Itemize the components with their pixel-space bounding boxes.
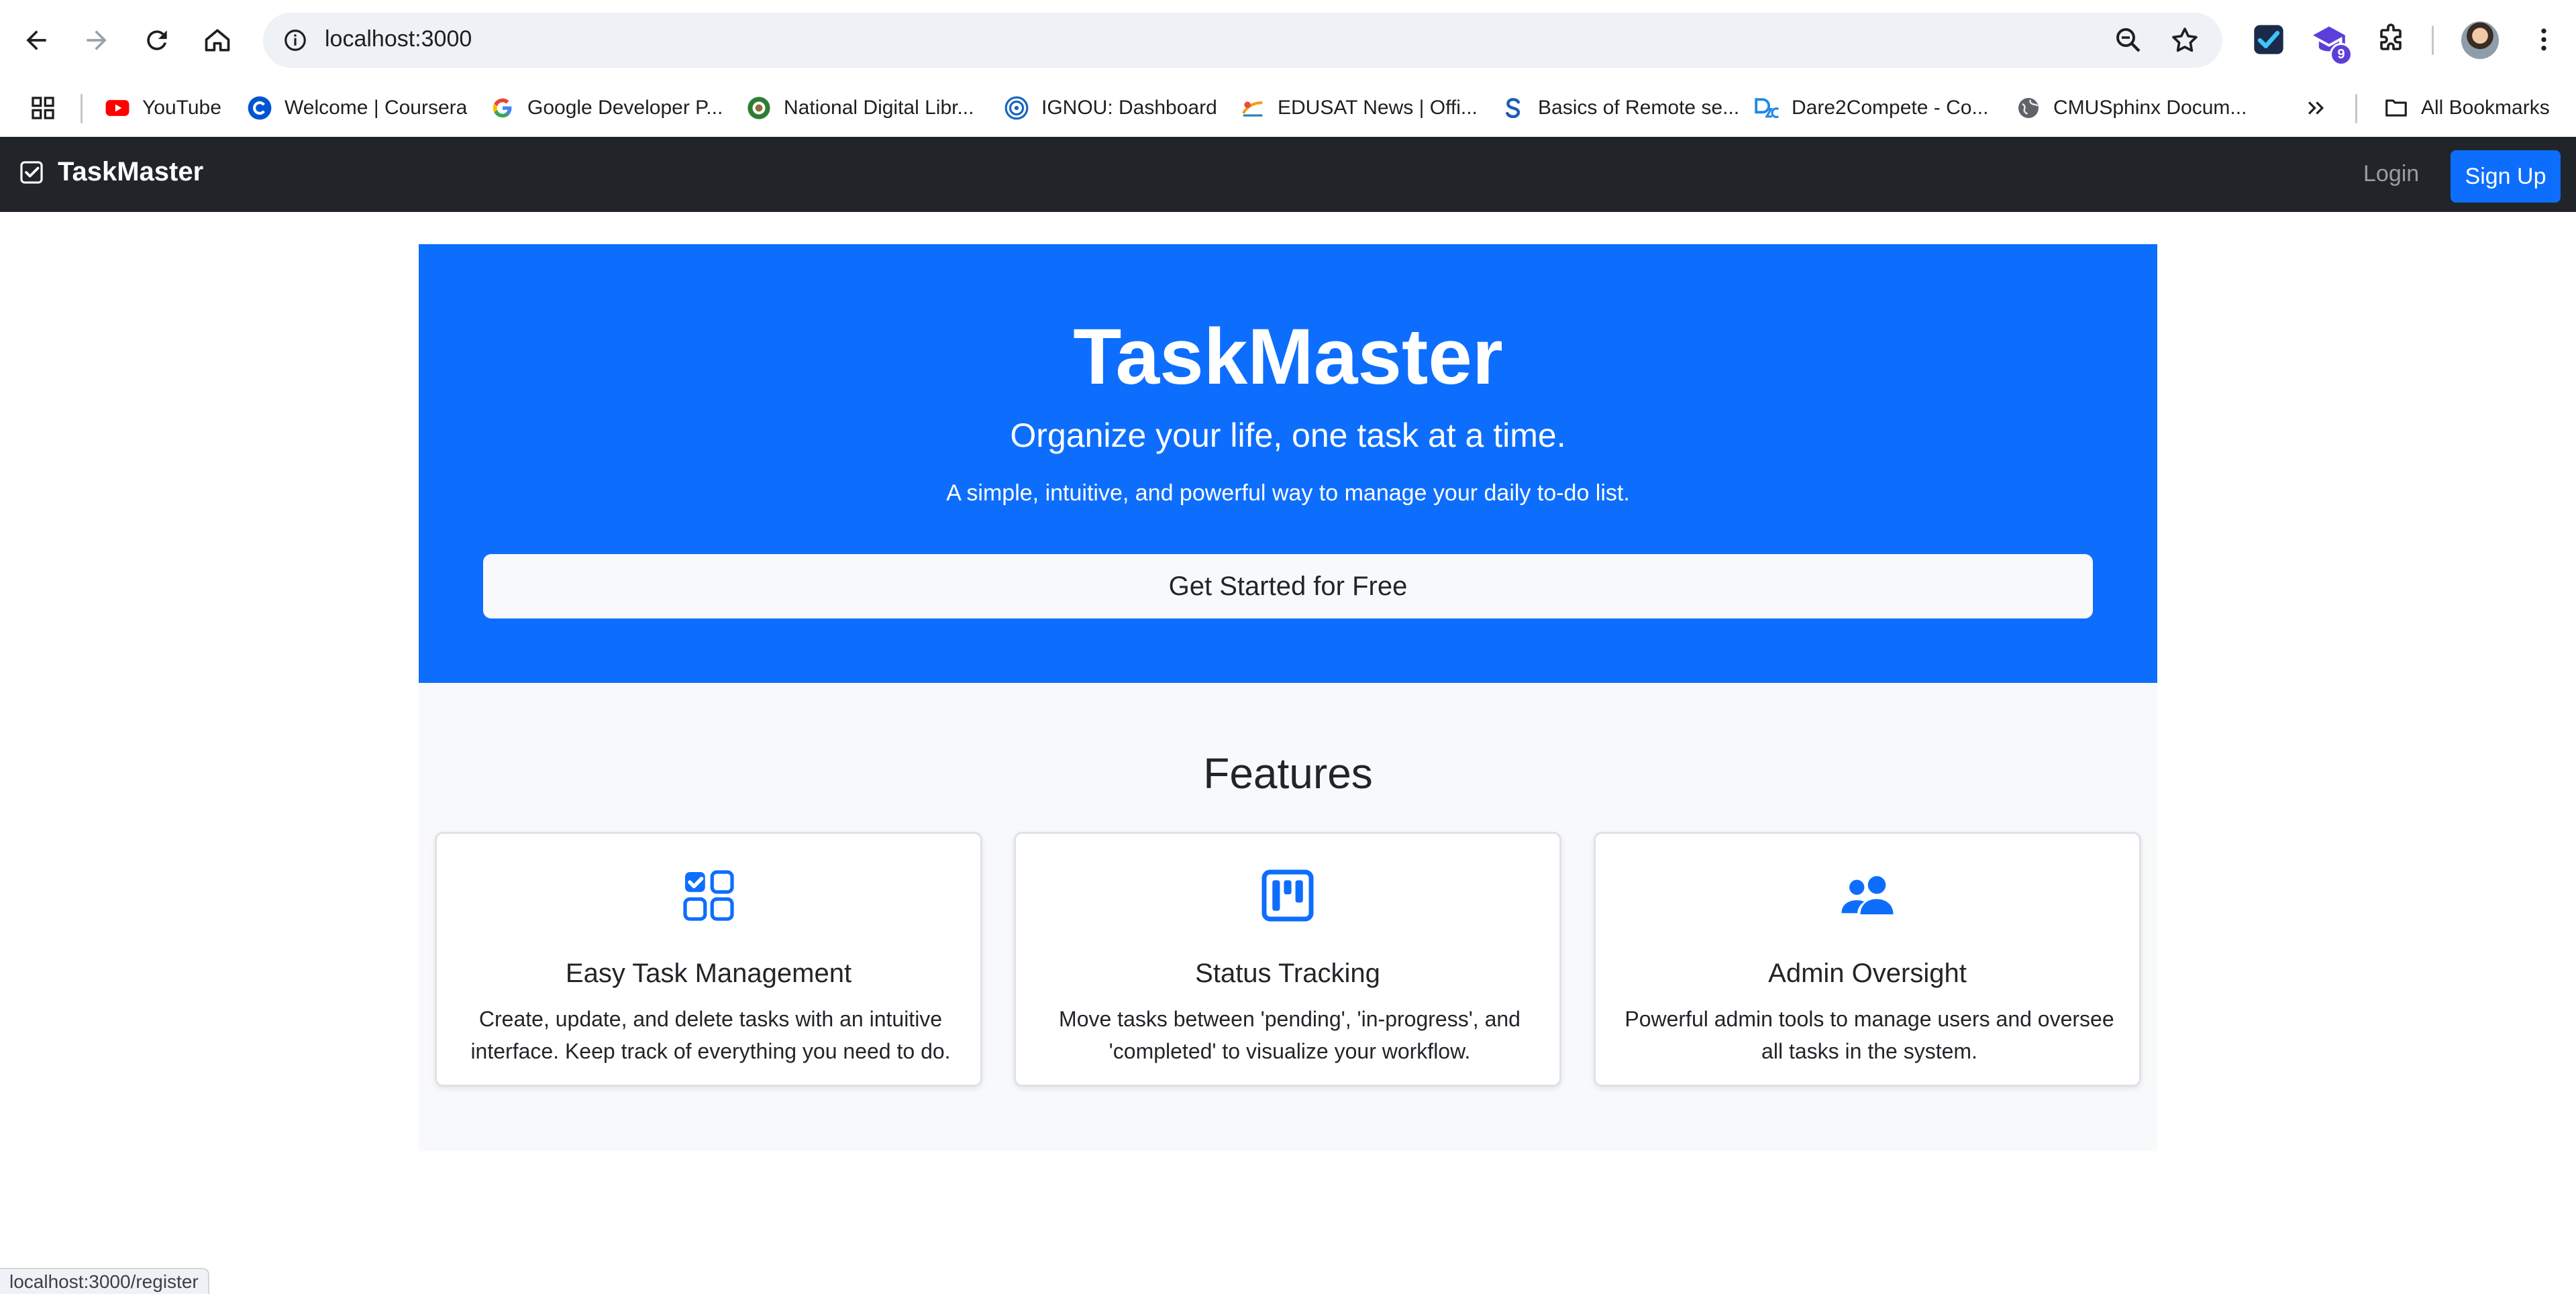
toolbar-divider [2432,25,2434,55]
bookmark-edusat[interactable]: EDUSAT News | Offi... [1240,91,1478,125]
ndl-icon [746,95,772,121]
bookmark-coursera[interactable]: Welcome | Coursera [247,91,467,125]
bookmark-cmusphinx[interactable]: CMUSphinx Docum... [2016,91,2247,125]
home-icon [205,29,230,52]
profile-avatar[interactable] [2461,21,2499,59]
login-link[interactable]: Login [2363,161,2419,187]
bookmark-dare2compete[interactable]: Dare2Compete - Co... [1754,91,1988,125]
feature-card-status-tracking: Status Tracking Move tasks between 'pend… [1014,832,1561,1087]
bookmarks-divider [2355,94,2357,123]
arrow-left-icon [26,30,46,50]
extensions-puzzle-icon[interactable] [2371,20,2410,59]
bookmark-star-icon[interactable] [2169,24,2201,56]
reload-button[interactable] [136,19,178,62]
get-started-button[interactable]: Get Started for Free [483,554,2093,618]
scribd-icon [1500,95,1526,121]
globe-icon [2016,95,2041,121]
feature-description: Powerful admin tools to manage users and… [1625,1007,2114,1063]
home-button[interactable] [196,19,239,62]
d2c-icon [1754,95,1780,121]
hero-section: TaskMaster Organize your life, one task … [419,244,2157,683]
feature-card-task-management: Easy Task Management Create, update, and… [435,832,982,1087]
bookmark-google-developer[interactable]: Google Developer P... [490,91,723,125]
google-icon [490,95,515,121]
users-icon [1841,875,1894,914]
feature-title: Easy Task Management [565,959,852,988]
apps-grid-icon[interactable] [30,91,56,125]
feature-card-admin-oversight: Admin Oversight Powerful admin tools to … [1594,832,2141,1087]
site-info-icon[interactable] [279,24,311,56]
hero-lead: A simple, intuitive, and powerful way to… [946,480,1630,506]
zoom-icon[interactable] [2112,24,2145,56]
more-bookmarks-icon[interactable] [2304,91,2327,125]
feature-title: Admin Oversight [1768,959,1967,988]
all-bookmarks[interactable]: All Bookmarks [2383,91,2550,125]
bookmark-label: National Digital Libr... [784,97,974,119]
bookmark-youtube[interactable]: YouTube [105,91,221,125]
signup-button[interactable]: Sign Up [2451,150,2561,203]
feature-description: Create, update, and delete tasks with an… [470,1007,951,1063]
hero-title: TaskMaster [1073,313,1503,401]
bookmark-ignou[interactable]: IGNOU: Dashboard [1004,91,1217,125]
bookmark-label: EDUSAT News | Offi... [1278,97,1478,119]
browser-toolbar: localhost:3000 9 [0,0,2576,79]
features-heading: Features [1203,749,1373,798]
url-text[interactable]: localhost:3000 [325,26,472,52]
brand-name: TaskMaster [58,157,204,186]
back-button[interactable] [15,19,58,62]
address-bar[interactable]: localhost:3000 [263,13,2222,68]
bookmarks-bar: YouTube Welcome | Coursera Google Develo… [0,79,2576,137]
task-grid-icon [683,870,734,921]
bookmark-basics-remote-sensing[interactable]: Basics of Remote se... [1500,91,1739,125]
bookmark-label: IGNOU: Dashboard [1041,97,1217,119]
coursera-icon [247,95,272,121]
bookmark-national-digital-library[interactable]: National Digital Libr... [746,91,974,125]
navbar-brand[interactable]: TaskMaster [19,157,203,187]
feature-title: Status Tracking [1195,959,1380,988]
bookmark-label: Dare2Compete - Co... [1792,97,1989,119]
bookmark-label: Basics of Remote se... [1538,97,1740,119]
kanban-icon [1261,869,1314,922]
graduation-extension-icon[interactable]: 9 [2310,20,2353,66]
bookmarks-divider [81,94,83,123]
arrow-right-icon [87,30,107,50]
feature-description: Move tasks between 'pending', 'in-progre… [1059,1007,1521,1063]
todo-extension-icon[interactable] [2249,20,2288,59]
hero-subtitle: Organize your life, one task at a time. [1010,417,1566,454]
features-section: Features Easy Task Management Create, up… [419,683,2157,1151]
all-bookmarks-label: All Bookmarks [2421,97,2550,119]
bookmark-label: Google Developer P... [527,97,723,119]
menu-kebab-icon[interactable] [2524,20,2563,59]
extension-badge: 9 [2330,43,2353,66]
app-navbar: TaskMaster Login Sign Up [0,137,2576,212]
folder-icon [2383,95,2409,121]
edusat-icon [1240,95,1266,121]
link-status-bar: localhost:3000/register [0,1268,209,1294]
check-square-icon [20,160,43,184]
ignou-icon [1004,95,1029,121]
bookmark-label: CMUSphinx Docum... [2053,97,2247,119]
reload-icon [147,30,167,50]
forward-button[interactable] [75,19,118,62]
bookmark-label: YouTube [142,97,221,119]
youtube-icon [105,95,130,121]
bookmark-label: Welcome | Coursera [285,97,468,119]
